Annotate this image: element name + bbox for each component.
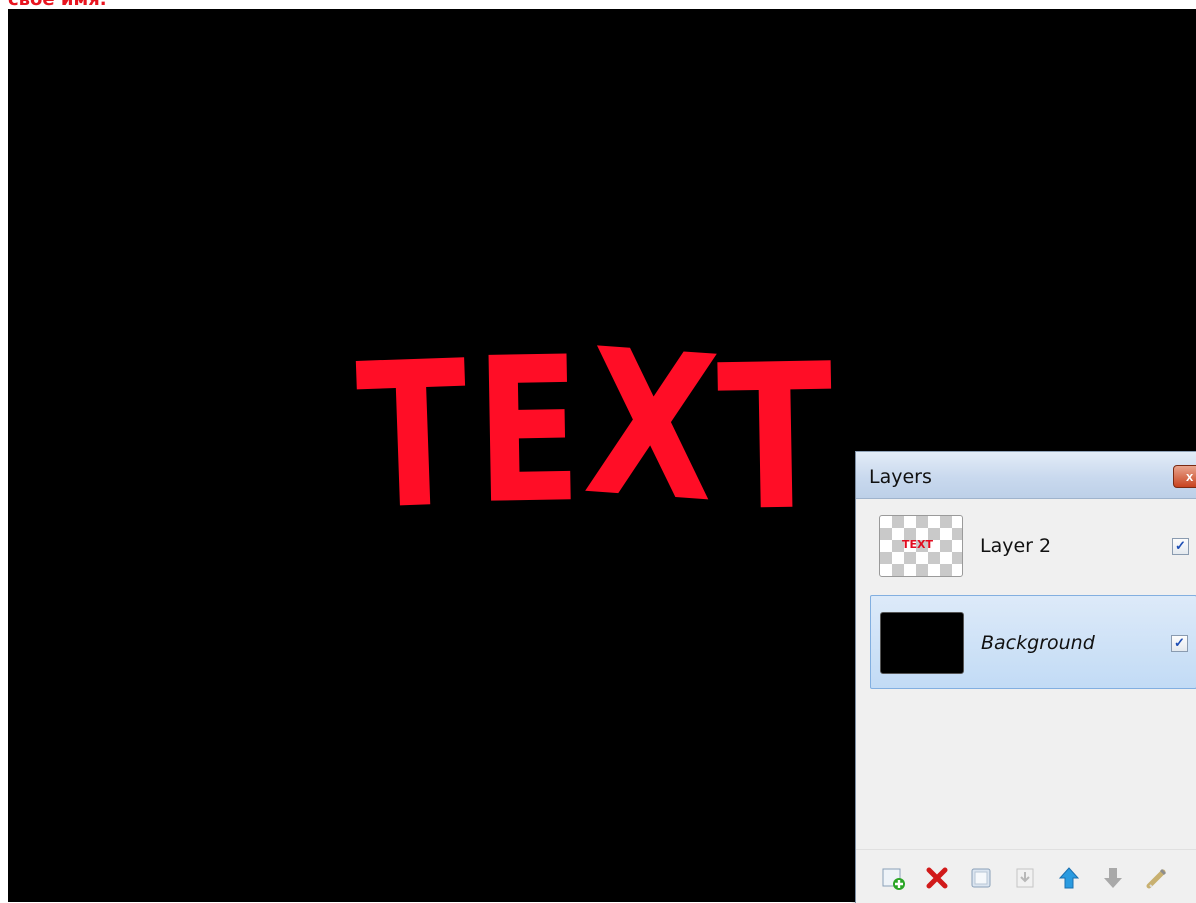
layers-titlebar[interactable]: Layers x xyxy=(856,452,1196,499)
layer-thumbnail: TEXT xyxy=(879,515,963,577)
art-letter-t1: T xyxy=(354,345,472,515)
caption-text: свое имя. xyxy=(8,0,107,9)
layers-toolbar xyxy=(878,860,1172,896)
add-layer-icon xyxy=(882,868,905,890)
layers-title: Layers xyxy=(869,466,932,488)
close-button[interactable]: x xyxy=(1173,465,1196,488)
merge-layer-down-icon xyxy=(1016,868,1034,888)
layer-row-background[interactable]: Background ✓ xyxy=(870,595,1196,689)
layer-properties-button[interactable] xyxy=(1142,863,1172,893)
toolbar-divider xyxy=(856,849,1196,850)
layer-name: Layer 2 xyxy=(980,535,1052,557)
layer-visibility-checkbox[interactable]: ✓ xyxy=(1171,635,1188,652)
move-layer-up-icon xyxy=(1058,867,1080,889)
move-layer-up-button[interactable] xyxy=(1054,863,1084,893)
layers-panel: Layers x TEXT Layer 2 ✓ Background ✓ xyxy=(855,451,1196,903)
delete-layer-icon xyxy=(926,867,948,889)
layer-row-layer-2[interactable]: TEXT Layer 2 ✓ xyxy=(870,499,1196,593)
delete-layer-button[interactable] xyxy=(922,863,952,893)
thumbnail-text: TEXT xyxy=(902,538,934,551)
close-icon: x xyxy=(1186,469,1194,484)
canvas-artwork: T E X T xyxy=(354,345,835,515)
layer-properties-icon xyxy=(1146,868,1167,889)
add-layer-button[interactable] xyxy=(878,863,908,893)
layer-list: TEXT Layer 2 ✓ Background ✓ xyxy=(870,499,1196,849)
art-letter-t2: T xyxy=(716,345,835,515)
merge-layer-down-button[interactable] xyxy=(1010,863,1040,893)
layer-name: Background xyxy=(981,632,1095,654)
move-layer-down-button[interactable] xyxy=(1098,863,1128,893)
move-layer-down-icon xyxy=(1104,868,1122,888)
duplicate-layer-icon xyxy=(971,868,991,888)
duplicate-layer-button[interactable] xyxy=(966,863,996,893)
layer-visibility-checkbox[interactable]: ✓ xyxy=(1172,538,1189,555)
art-letter-x: X xyxy=(579,345,725,515)
art-letter-e: E xyxy=(474,345,583,515)
layer-thumbnail xyxy=(880,612,964,674)
